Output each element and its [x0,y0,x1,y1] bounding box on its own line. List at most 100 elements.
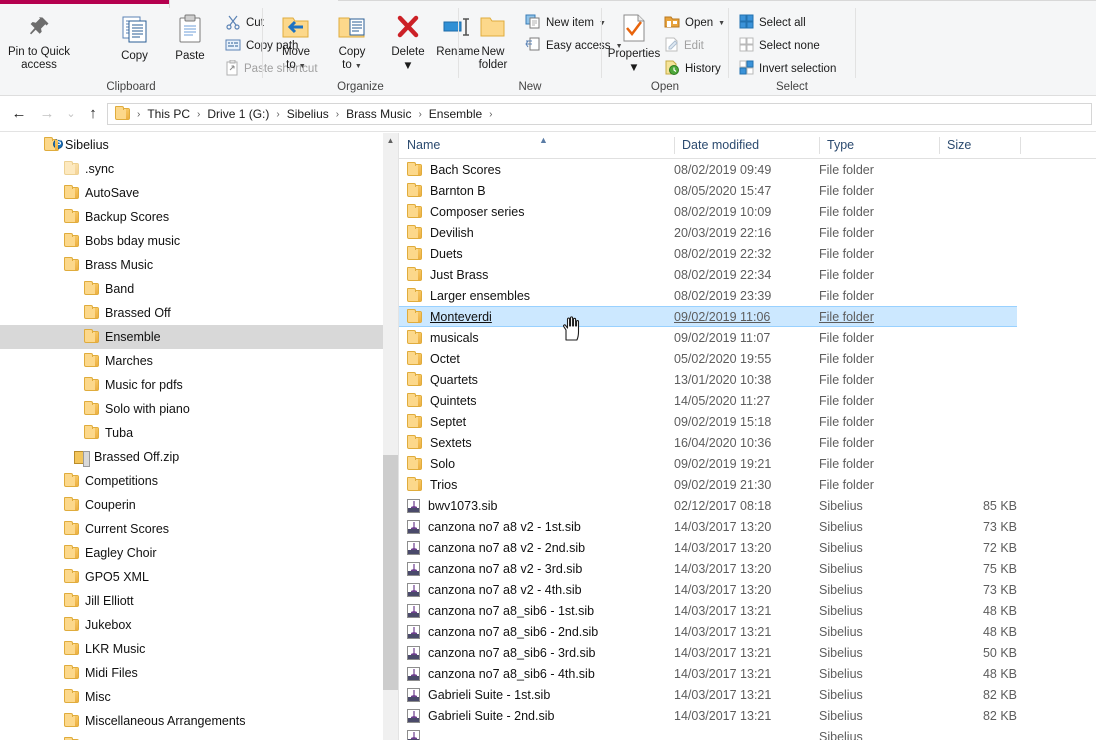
table-row[interactable]: Barnton B 08/05/2020 15:47 File folder [399,180,1096,201]
copy-to-caret-icon[interactable]: ▼ [355,63,362,70]
sidebar-item-couperin[interactable]: Couperin [0,493,383,517]
navigation-pane[interactable]: Sibelius .sync AutoSave Backup Scores Bobs b… [0,133,383,740]
table-row[interactable]: Octet 05/02/2020 19:55 File folder [399,348,1096,369]
new-item-button[interactable]: New item ▼ [525,12,606,34]
sidebar-item-jukebox[interactable]: Jukebox [0,613,383,637]
breadcrumb-item-this-pc[interactable]: This PC [144,107,193,121]
cut-button[interactable]: Cut [225,12,264,34]
history-button[interactable]: History [664,58,721,80]
sidebar-item-brassed-off[interactable]: Brassed Off [0,301,383,325]
sidebar-item-midi-files[interactable]: Midi Files [0,661,383,685]
sidebar-item-current-scores[interactable]: Current Scores [0,517,383,541]
sidebar-item-autosave[interactable]: AutoSave [0,181,383,205]
table-row[interactable]: Sextets 16/04/2020 10:36 File folder [399,432,1096,453]
recent-locations-button[interactable]: ⌄ [60,104,82,124]
sidebar-item-solo-with-piano[interactable]: Solo with piano [0,397,383,421]
up-button[interactable]: ↑ [82,104,104,124]
new-folder-button[interactable]: New folder [464,14,522,72]
type-cell: File folder [819,414,874,429]
breadcrumb-item-sibelius[interactable]: Sibelius [284,107,332,121]
sidebar-item-ensemble[interactable]: Ensemble [0,325,383,349]
table-row[interactable]: Quintets 14/05/2020 11:27 File folder [399,390,1096,411]
table-row[interactable]: Duets 08/02/2019 22:32 File folder [399,243,1096,264]
column-header-type[interactable]: Type [819,133,939,158]
pin-to-quick-access-button[interactable]: Pin to Quick access [4,14,74,72]
table-row[interactable]: Quartets 13/01/2020 10:38 File folder [399,369,1096,390]
invert-selection-button[interactable]: Invert selection [739,58,836,80]
table-row[interactable]: Monteverdi 09/02/2019 11:06 File folder [399,306,1017,327]
sidebar-item-jill-elliott[interactable]: Jill Elliott [0,589,383,613]
select-none-button[interactable]: Select none [739,35,820,57]
sidebar-item[interactable] [0,733,383,740]
breadcrumb-item-ensemble[interactable]: Ensemble [426,107,485,121]
sidebar-item-tuba[interactable]: Tuba [0,421,383,445]
sidebar-item-sibelius[interactable]: Sibelius [0,133,383,157]
edit-button[interactable]: Edit [664,35,704,57]
table-row[interactable]: canzona no7 a8_sib6 - 1st.sib 14/03/2017 … [399,600,1096,621]
table-row[interactable]: Just Brass 08/02/2019 22:34 File folder [399,264,1096,285]
move-to-caret-icon[interactable]: ▼ [299,63,306,70]
sidebar-item-backup-scores[interactable]: Backup Scores [0,205,383,229]
copy-to-button[interactable]: Copy to ▼ [324,14,380,72]
column-separator[interactable] [1020,137,1021,154]
sidebar-item-brass-music[interactable]: Brass Music [0,253,383,277]
column-header-size[interactable]: Size [939,133,1019,158]
navigation-pane-scrollbar[interactable]: ▲ [383,133,398,740]
paste-button[interactable]: Paste [160,14,220,63]
table-row[interactable]: canzona no7 a8 v2 - 1st.sib 14/03/2017 13… [399,516,1096,537]
back-button[interactable]: ← [8,104,30,124]
file-list-pane[interactable]: ▲ Name Date modified Type Size Bach Scor… [399,133,1096,740]
sidebar-item-misc[interactable]: Misc [0,685,383,709]
file-name-label: musicals [430,330,479,345]
delete-button[interactable]: Delete ▼ [382,14,434,73]
copy-button[interactable]: Copy [107,14,162,63]
sidebar-item-sync[interactable]: .sync [0,157,383,181]
scrollbar-thumb[interactable] [383,455,398,690]
sidebar-item-miscellaneous-arrangements[interactable]: Miscellaneous Arrangements [0,709,383,733]
sidebar-item-label: Brassed Off.zip [94,450,180,464]
table-row[interactable]: Sibelius [399,726,1096,740]
table-row[interactable]: Gabrieli Suite - 1st.sib 14/03/2017 13:21… [399,684,1096,705]
select-all-button[interactable]: Select all [739,12,806,34]
breadcrumb-item-drive-1[interactable]: Drive 1 (G:) [204,107,272,121]
sidebar-item-label: Backup Scores [85,210,170,224]
properties-caret-icon[interactable]: ▼ [602,62,666,75]
table-row[interactable]: canzona no7 a8 v2 - 2nd.sib 14/03/2017 13… [399,537,1096,558]
properties-button[interactable]: Properties ▼ [602,14,666,75]
breadcrumb-item-brass-music[interactable]: Brass Music [343,107,414,121]
table-row[interactable]: Composer series 08/02/2019 10:09 File fold… [399,201,1096,222]
table-row[interactable]: canzona no7 a8_sib6 - 2nd.sib 14/03/2017 … [399,621,1096,642]
table-row[interactable]: canzona no7 a8_sib6 - 3rd.sib 14/03/2017 … [399,642,1096,663]
column-header-date-modified[interactable]: Date modified [674,133,819,158]
table-row[interactable]: canzona no7 a8_sib6 - 4th.sib 14/03/2017 … [399,663,1096,684]
table-row[interactable]: Larger ensembles 08/02/2019 23:39 File fol… [399,285,1096,306]
sidebar-item-marches[interactable]: Marches [0,349,383,373]
file-rows[interactable]: Bach Scores 08/02/2019 09:49 File folder Ba… [399,159,1096,740]
sidebar-item-music-for-pdfs[interactable]: Music for pdfs [0,373,383,397]
sidebar-item-gpo5-xml[interactable]: GPO5 XML [0,565,383,589]
breadcrumb[interactable]: › This PC › Drive 1 (G:) › Sibelius › Br… [107,103,1092,125]
table-row[interactable]: Bach Scores 08/02/2019 09:49 File folder [399,159,1096,180]
table-row[interactable]: Gabrieli Suite - 2nd.sib 14/03/2017 13:21… [399,705,1096,726]
sidebar-item-lkr-music[interactable]: LKR Music [0,637,383,661]
table-row[interactable]: musicals 09/02/2019 11:07 File folder [399,327,1096,348]
delete-caret-icon[interactable]: ▼ [382,60,434,73]
open-caret-icon[interactable]: ▼ [718,20,725,27]
table-row[interactable]: Devilish 20/03/2019 22:16 File folder [399,222,1096,243]
sidebar-item-eagley-choir[interactable]: Eagley Choir [0,541,383,565]
table-row[interactable]: Solo 09/02/2019 19:21 File folder [399,453,1096,474]
table-row[interactable]: canzona no7 a8 v2 - 3rd.sib 14/03/2017 13… [399,558,1096,579]
move-to-button[interactable]: Move to ▼ [268,14,324,72]
sidebar-item-competitions[interactable]: Competitions [0,469,383,493]
scroll-up-icon[interactable]: ▲ [383,133,398,149]
sidebar-item-band[interactable]: Band [0,277,383,301]
sidebar-item-brassed-off-zip[interactable]: Brassed Off.zip [0,445,383,469]
table-row[interactable]: Trios 09/02/2019 21:30 File folder [399,474,1096,495]
table-row[interactable]: Septet 09/02/2019 15:18 File folder [399,411,1096,432]
forward-button[interactable]: → [36,104,58,124]
open-button[interactable]: Open ▼ [664,12,725,34]
sidebar-item-bobs-bday-music[interactable]: Bobs bday music [0,229,383,253]
column-header-name[interactable]: ▲ Name [399,133,674,158]
table-row[interactable]: bwv1073.sib 02/12/2017 08:18 Sibelius 85 KB [399,495,1096,516]
table-row[interactable]: canzona no7 a8 v2 - 4th.sib 14/03/2017 13… [399,579,1096,600]
